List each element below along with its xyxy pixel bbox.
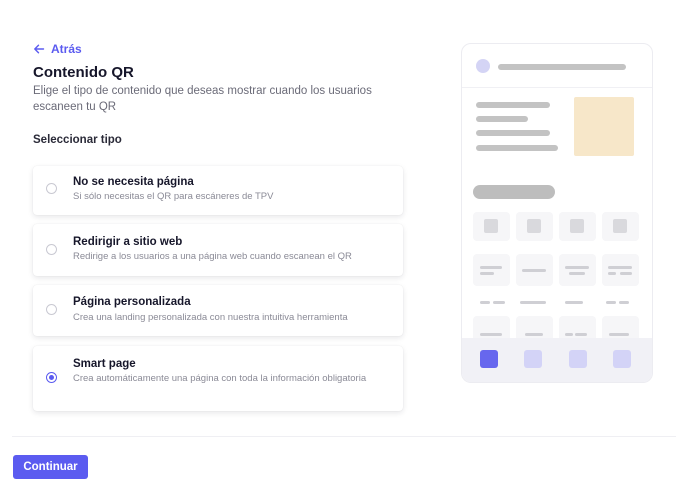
preview-tab [569, 350, 587, 368]
option-redirect-website[interactable]: Redirigir a sitio web Redirige a los usu… [33, 224, 403, 276]
option-title: Redirigir a sitio web [73, 236, 183, 248]
preview-tab-bar [462, 338, 652, 382]
section-label: Seleccionar tipo [33, 134, 122, 146]
preview-bar [520, 301, 546, 304]
preview-avatar [476, 59, 490, 73]
page-title: Contenido QR [33, 64, 134, 81]
radio-icon[interactable] [46, 304, 57, 315]
radio-icon[interactable] [46, 244, 57, 255]
option-description: Crea una landing personalizada con nuest… [73, 312, 348, 323]
option-title: Página personalizada [73, 296, 191, 308]
preview-grid-cell [559, 212, 596, 241]
preview-grid-cell [602, 254, 639, 286]
preview-text-line [476, 145, 558, 151]
preview-bar [619, 301, 629, 304]
preview-grid-cell [602, 212, 639, 241]
back-link-label: Atrás [51, 42, 82, 56]
preview-tab [524, 350, 542, 368]
preview-bar [480, 301, 490, 304]
option-smart-page[interactable]: Smart page Crea automáticamente una pági… [33, 346, 403, 411]
preview-grid-cell [473, 254, 510, 286]
preview-header [462, 44, 652, 88]
option-title: Smart page [73, 358, 136, 370]
preview-tab [613, 350, 631, 368]
preview-grid-cell [516, 254, 553, 286]
footer-divider [12, 436, 676, 437]
radio-icon[interactable] [46, 183, 57, 194]
page-preview [461, 43, 653, 383]
option-description: Crea automáticamente una página con toda… [73, 373, 367, 384]
preview-bar [493, 301, 505, 304]
preview-header-bar [498, 64, 626, 70]
option-no-page[interactable]: No se necesita página Si sólo necesitas … [33, 166, 403, 215]
option-description: Redirige a los usuarios a una página web… [73, 251, 352, 262]
option-description: Si sólo necesitas el QR para escáneres d… [73, 191, 274, 202]
page-subtitle: Elige el tipo de contenido que deseas mo… [33, 85, 372, 113]
preview-text-line [476, 102, 550, 108]
continue-button[interactable]: Continuar [13, 455, 88, 479]
arrow-left-icon [34, 44, 45, 54]
preview-image [574, 97, 634, 156]
option-custom-page[interactable]: Página personalizada Crea una landing pe… [33, 285, 403, 336]
preview-text-line [476, 130, 550, 136]
option-title: No se necesita página [73, 176, 194, 188]
preview-grid-cell [473, 212, 510, 241]
preview-bar [565, 301, 583, 304]
preview-grid-cell [559, 254, 596, 286]
radio-icon[interactable] [46, 372, 57, 383]
preview-grid-cell [516, 212, 553, 241]
preview-tab [480, 350, 498, 368]
back-link[interactable]: Atrás [33, 42, 82, 56]
preview-text-line [476, 116, 528, 122]
preview-pill [473, 185, 555, 199]
preview-bar [606, 301, 616, 304]
